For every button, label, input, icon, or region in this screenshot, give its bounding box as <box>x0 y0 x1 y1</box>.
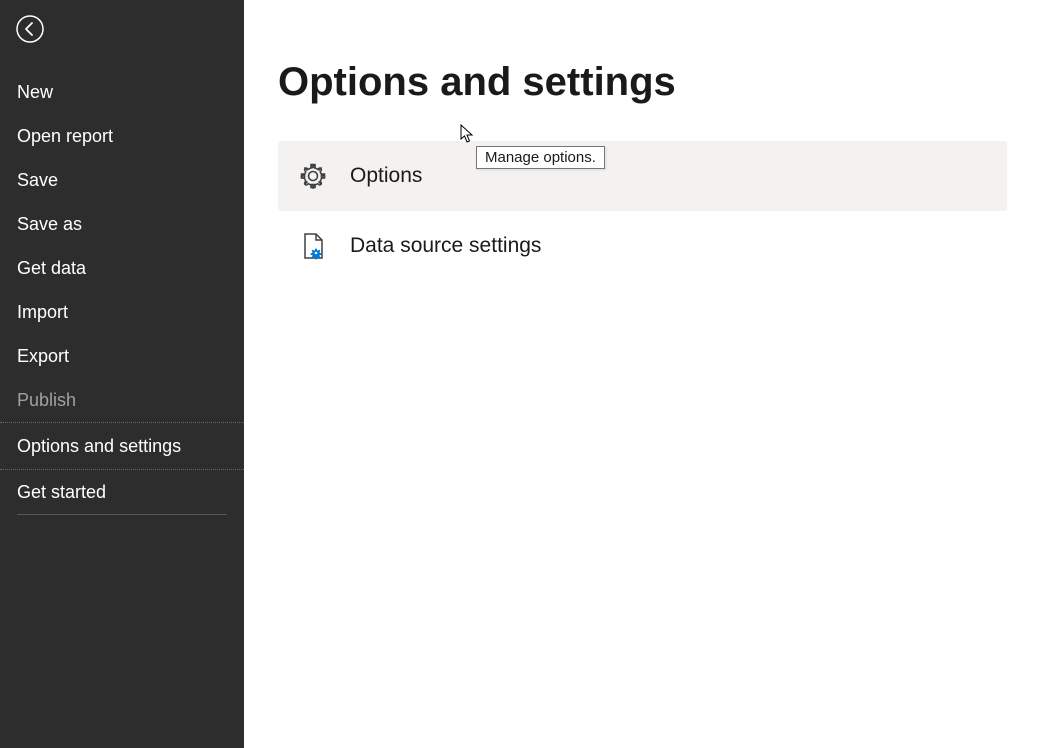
gear-icon <box>298 161 328 191</box>
tooltip-text: Manage options. <box>485 149 596 166</box>
sidebar-divider <box>17 514 227 515</box>
back-button[interactable] <box>15 14 45 44</box>
option-label: Options <box>350 164 422 188</box>
option-label: Data source settings <box>350 234 541 258</box>
sidebar-item-options-and-settings[interactable]: Options and settings <box>0 422 244 470</box>
sidebar-item-new[interactable]: New <box>0 70 244 114</box>
document-gear-icon <box>298 231 328 261</box>
tooltip: Manage options. <box>476 146 605 169</box>
sidebar: New Open report Save Save as Get data Im… <box>0 0 244 748</box>
sidebar-item-save[interactable]: Save <box>0 158 244 202</box>
sidebar-item-get-started[interactable]: Get started <box>0 470 244 514</box>
sidebar-item-publish: Publish <box>0 378 244 422</box>
back-arrow-icon <box>15 14 45 44</box>
sidebar-item-export[interactable]: Export <box>0 334 244 378</box>
sidebar-item-get-data[interactable]: Get data <box>0 246 244 290</box>
page-title: Options and settings <box>278 60 1007 105</box>
option-row-options[interactable]: Options <box>278 141 1007 211</box>
sidebar-item-import[interactable]: Import <box>0 290 244 334</box>
main-content: Options and settings Options <box>244 0 1037 748</box>
sidebar-item-open-report[interactable]: Open report <box>0 114 244 158</box>
option-row-data-source-settings[interactable]: Data source settings <box>278 211 1007 281</box>
sidebar-item-save-as[interactable]: Save as <box>0 202 244 246</box>
